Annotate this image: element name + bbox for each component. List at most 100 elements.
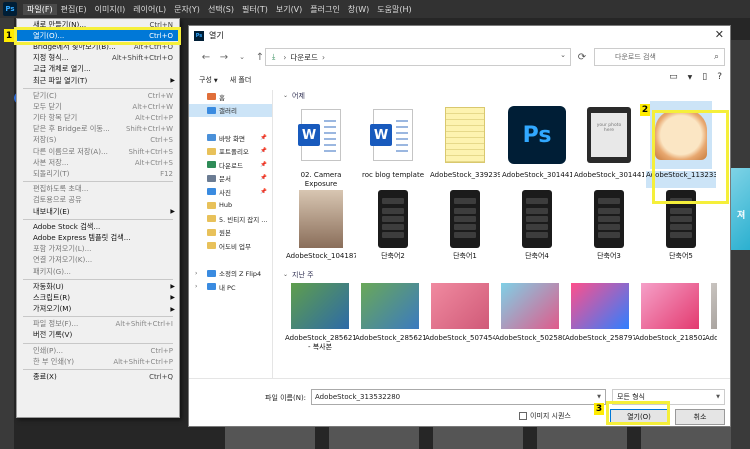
sidebar-item[interactable]: 어도비 업무 xyxy=(189,239,272,253)
sidebar-item[interactable]: › 소정의 Z Flip4 xyxy=(189,267,272,281)
cancel-button[interactable]: 취소 xyxy=(675,409,725,425)
menu-2[interactable]: 편집(E) xyxy=(57,4,91,15)
refresh-icon[interactable]: ⟳ xyxy=(573,48,591,66)
menu-1[interactable]: 파일(F) xyxy=(23,3,57,15)
file-item[interactable]: 단축어3 xyxy=(573,188,645,269)
chevron-down-icon[interactable]: ▼ xyxy=(688,74,693,82)
file-name: AdobeStock_218502026 xyxy=(635,334,705,342)
filename-input[interactable]: AdobeStock_313532280 ▼ xyxy=(311,389,606,405)
chevron-down-icon: ▼ xyxy=(716,394,720,400)
nav-sidebar: 홈갤러리바탕 화면 📌 포트폴리오 📌 다운로드 📌 문서 📌 사진 📌 Hub 5. 빈티지 잡지 … xyxy=(189,90,273,378)
group-header[interactable]: ⌄ 어제 xyxy=(277,90,717,101)
back-arrow-icon[interactable]: ← xyxy=(197,52,215,63)
file-menu-item[interactable]: 종료(X) Ctrl+Q xyxy=(17,371,179,382)
address-bar[interactable]: ⤓ › 다운로드 › ⌄ xyxy=(265,48,571,66)
group-title: 지난 주 xyxy=(292,270,314,279)
file-item[interactable]: AdobeStock_113233390 xyxy=(645,101,717,188)
file-menu-item[interactable]: 열기(O)... Ctrl+O xyxy=(17,30,179,42)
image-sequence-checkbox[interactable]: 이미지 시퀀스 xyxy=(519,411,571,421)
file-item[interactable]: 단축어5 xyxy=(645,188,717,269)
file-item[interactable]: AdobeStock_285621441 xyxy=(355,280,425,351)
preview-pane-icon[interactable]: ▯ xyxy=(702,72,707,82)
file-item[interactable]: AdobeStock_502580364 xyxy=(495,280,565,351)
file-item[interactable]: 단축어2 xyxy=(357,188,429,269)
file-menu-item: 다른 이름으로 저장(A)... Shift+Ctrl+S xyxy=(17,146,179,157)
file-menu-item[interactable]: 지정 형식... Alt+Shift+Ctrl+O xyxy=(17,53,179,64)
checkbox-box[interactable] xyxy=(519,412,527,420)
file-item[interactable]: AdobeStock_507454395 xyxy=(425,280,495,351)
file-name: AdobeStock_507454395 xyxy=(425,334,495,342)
sidebar-item[interactable]: 사진 📌 xyxy=(189,185,272,199)
sidebar-item-label: 갤러리 xyxy=(219,107,237,116)
file-item[interactable]: AdobeStock_218502026 xyxy=(635,280,705,351)
group-header[interactable]: ⌄ 지난 주 xyxy=(277,269,717,280)
file-item[interactable]: 단축어1 xyxy=(429,188,501,269)
sidebar-item[interactable]: 바탕 화면 📌 xyxy=(189,131,272,145)
sidebar-item[interactable]: 다운로드 📌 xyxy=(189,158,272,172)
menu-3[interactable]: 이미지(I) xyxy=(91,4,130,15)
chevron-right-icon[interactable]: › xyxy=(195,270,197,277)
file-menu-item[interactable]: 고급 개체로 열기... xyxy=(17,64,179,75)
open-button[interactable]: 열기(O) xyxy=(610,409,668,425)
new-folder-button[interactable]: 새 폴더 xyxy=(230,75,252,85)
help-icon[interactable]: ? xyxy=(717,72,722,82)
menu-5[interactable]: 문자(Y) xyxy=(170,4,204,15)
view-mode-icon[interactable]: ▭ xyxy=(669,72,678,82)
file-item[interactable]: your photohere AdobeStock_301441529 xyxy=(573,101,645,188)
sidebar-item[interactable]: Hub xyxy=(189,199,272,213)
search-input[interactable]: 다운로드 검색 ⌕ xyxy=(594,48,725,66)
file-menu-item[interactable]: 최근 파일 열기(T) ▶ xyxy=(17,75,179,86)
sidebar-item[interactable]: › 내 PC xyxy=(189,280,272,294)
menu-item-label: 되돌리기(T) xyxy=(33,169,70,179)
chevron-right-icon[interactable]: › xyxy=(195,283,197,290)
filetype-select[interactable]: 모든 형식 ▼ xyxy=(612,389,725,405)
stock-photo-image xyxy=(501,283,559,329)
chevron-down-icon[interactable]: ▼ xyxy=(597,394,601,400)
file-menu-item[interactable]: 버전 기록(V) xyxy=(17,330,179,341)
sidebar-item[interactable]: 문서 📌 xyxy=(189,172,272,186)
file-menu-item[interactable]: 가져오기(M) ▶ xyxy=(17,304,179,315)
sidebar-item-label: 어도비 업무 xyxy=(219,242,251,251)
organize-button[interactable]: 구성 ▼ xyxy=(199,75,218,85)
file-menu-item[interactable]: 내보내기(E) ▶ xyxy=(17,206,179,217)
file-item[interactable]: AdobeStock_285621441 - 복사본 xyxy=(285,280,355,351)
forward-arrow-icon[interactable]: → xyxy=(215,52,233,63)
close-icon[interactable]: ✕ xyxy=(715,28,724,41)
file-item[interactable]: AdobeStock_258797136 xyxy=(565,280,635,351)
menu-6[interactable]: 선택(S) xyxy=(204,4,238,15)
chevron-down-icon[interactable]: ⌄ xyxy=(233,53,251,61)
menu-item-label: 사본 저장... xyxy=(33,157,69,167)
file-menu-item[interactable]: Adobe Express 템플릿 검색... xyxy=(17,232,179,243)
menu-11[interactable]: 도움말(H) xyxy=(373,4,415,15)
file-item[interactable]: Ps AdobeStock_301441529 xyxy=(501,101,573,188)
sidebar-item[interactable]: 5. 빈티지 잡지 ... xyxy=(189,212,272,226)
file-menu-item[interactable]: Bridge에서 찾아보기(B)... Alt+Ctrl+O xyxy=(17,41,179,52)
menu-4[interactable]: 레이어(L) xyxy=(129,4,170,15)
menu-7[interactable]: 필터(T) xyxy=(238,4,272,15)
folder-icon xyxy=(207,215,216,223)
home-icon xyxy=(207,93,216,101)
file-item[interactable]: W 02. Camera Exposure xyxy=(285,101,357,188)
file-menu-item[interactable]: 스크립트(R) ▶ xyxy=(17,292,179,303)
file-item[interactable]: 단축어4 xyxy=(501,188,573,269)
stock-photo-image xyxy=(291,283,349,329)
sidebar-item[interactable]: 원본 xyxy=(189,226,272,240)
file-menu-item[interactable]: 새로 만들기(N)... Ctrl+N xyxy=(17,19,179,30)
file-item[interactable]: Wroc blog template xyxy=(357,101,429,188)
sidebar-item[interactable]: 갤러리 xyxy=(189,103,272,117)
menu-8[interactable]: 보기(V) xyxy=(272,4,306,15)
file-menu-item[interactable]: 자동화(U) ▶ xyxy=(17,281,179,292)
sidebar-item[interactable]: 포트폴리오 📌 xyxy=(189,145,272,159)
shortcut-screenshot-image xyxy=(522,190,552,248)
file-menu-item[interactable]: Adobe Stock 검색... xyxy=(17,221,179,232)
file-item[interactable]: AdobeStock_1041871363 xyxy=(285,188,357,269)
menu-separator xyxy=(23,342,173,344)
menu-9[interactable]: 플러그인 xyxy=(306,4,343,15)
file-thumbnail: W xyxy=(362,101,424,169)
chevron-down-icon[interactable]: ⌄ xyxy=(560,51,566,59)
file-item[interactable]: AdobeStock_416527211 xyxy=(705,280,717,351)
sidebar-item[interactable]: 홈 xyxy=(189,90,272,104)
file-item[interactable]: AdobeStock_339239255 xyxy=(429,101,501,188)
menu-10[interactable]: 창(W) xyxy=(344,4,374,15)
